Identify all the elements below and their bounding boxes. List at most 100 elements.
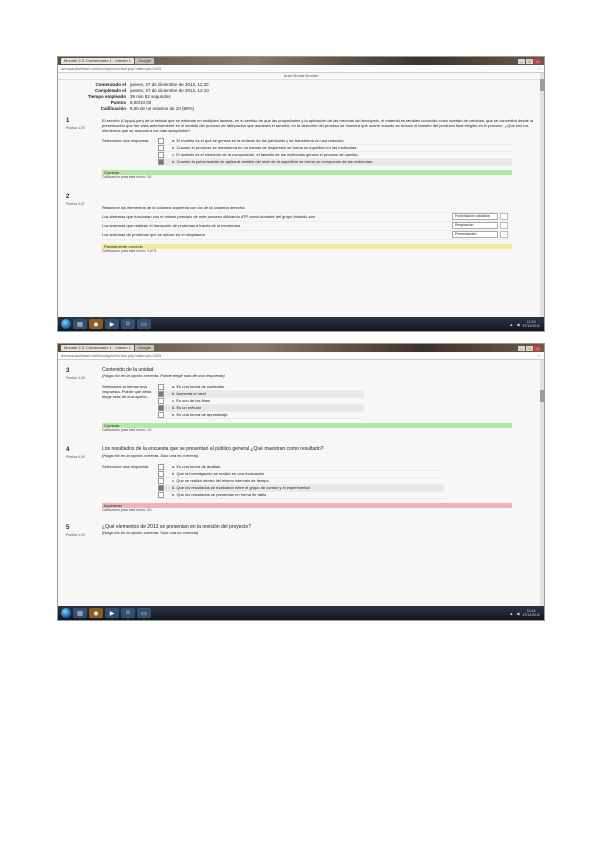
answer-option[interactable]: c. Es uno de los fines [158,398,364,406]
document-icon[interactable]: ▭ [137,319,151,329]
question-number: 5 [66,524,70,531]
maximize-button[interactable]: □ [526,58,533,64]
option-label: d. Es un método [172,405,202,411]
question-5: 5 Puntúa 1,00 ¿Qué elementos de 2013 se … [58,524,544,537]
address-url: demoaulavirtual.mdl/mod/quiz/review.php?… [61,353,162,358]
chrome-icon[interactable]: ◉ [89,608,103,618]
chrome-icon[interactable]: ◉ [89,319,103,329]
address-url: demoaulavirtual.mdl/mod/quiz/review.php?… [61,66,162,71]
option-label: d. Cuando la pulverización se aplica al … [172,158,373,164]
answer-option[interactable]: c. El acetato es el elemento de la compo… [158,151,512,159]
question-number: 3 [66,368,70,374]
question-points: Puntúa 1,00 [66,532,85,537]
answer-option[interactable]: a. El modelo es el que se genera en la s… [158,137,512,145]
taskbar: ▤ ◉ ▶ ☺ ▭ ▲ ◀ 12:14 27/12/2012 [58,606,544,620]
start-button-icon[interactable] [61,319,71,329]
option-label: a. Es una forma de análisis [172,463,221,469]
start-button-icon[interactable] [61,608,71,618]
radio-button[interactable] [158,144,164,151]
answer-option[interactable]: e. Que los resultados se presentan en fo… [158,491,444,499]
question-number: 1 [66,118,70,124]
answer-option[interactable]: e. Es una forma de aprendizaje [158,412,364,420]
radio-button[interactable] [158,137,164,144]
match-row: Relacione los elementos de la columna iz… [102,204,508,213]
system-tray: ▲ ◀ 12:14 27/12/2012 [509,609,540,617]
answer-option[interactable]: a. Es una forma de análisis [158,463,444,471]
radio-button[interactable] [158,477,164,484]
page-content: 3 Puntúa 1,00 Contenido de la unidad (Ha… [58,360,544,606]
media-player-icon[interactable]: ▶ [105,608,119,618]
match-select[interactable]: Fermentación [452,231,498,239]
match-intro: Relacione los elementos de la columna iz… [102,205,246,211]
messenger-icon[interactable]: ☺ [121,608,135,618]
scrollbar[interactable] [540,73,544,317]
answer-option[interactable]: c. Que se realizó dentro del mismo inter… [158,477,444,485]
answer-option-selected[interactable]: b. Aumenta el nivel [158,391,364,399]
browser-tab-active[interactable]: Moodle 2.3: Cuestionario 1 - Intento 1 [61,345,134,351]
check-icon [500,222,508,230]
answer-option-selected[interactable]: d. Es un método [158,405,364,413]
radio-button[interactable] [158,470,164,477]
browser-tab-active[interactable]: Moodle 2.3: Cuestionario 1 - Intento 1 [61,58,134,64]
answer-block: Seleccione al menos una respuesta. Puede… [102,384,364,420]
answer-option[interactable]: a. Es una forma de contenido [158,384,364,392]
checkbox[interactable] [158,398,164,405]
browser-tab[interactable]: Google [134,345,154,351]
checkbox[interactable] [158,384,164,391]
answer-option[interactable]: b. Que la investigación se realizó en un… [158,470,444,478]
close-button[interactable]: × [534,58,541,64]
attempt-summary: Comenzado el jueves, 27 de diciembre de 2… [66,82,544,112]
checkbox[interactable] [158,412,164,419]
scrollbar-thumb[interactable] [540,79,544,91]
answer-option-selected[interactable]: d. Cuando la pulverización se aplica al … [158,158,512,166]
match-select[interactable]: Fosforilación oxidativa [452,213,498,221]
address-bar[interactable]: demoaulavirtual.mdl/mod/quiz/review.php?… [58,352,544,360]
browser-tab[interactable]: Google [134,58,154,64]
network-icon[interactable]: ▲ [509,611,513,616]
network-icon[interactable]: ▲ [509,322,513,327]
match-stem: Los sistemas que funcionan con el mismo … [102,214,316,220]
scrollbar[interactable] [540,360,544,606]
grade-note: Calificación para este envío: 0,67/1. [102,248,158,253]
maximize-button[interactable]: □ [526,345,533,351]
answer-option[interactable]: b. Cuando el producto se transforma en u… [158,144,512,152]
document-icon[interactable]: ▭ [137,608,151,618]
page-content: Aula Virtual Moodle Comenzado el jueves, … [58,73,544,317]
question-number: 2 [66,193,70,200]
close-button[interactable]: × [534,345,541,351]
radio-button[interactable] [158,463,164,470]
question-subtitle: (Haga clic en la opción correcta. Solo u… [102,452,199,458]
browser-window-1: Moodle 2.3: Cuestionario 1 - Intento 1 G… [57,56,545,332]
option-label: a. El modelo es el que se genera en la s… [172,137,345,143]
summary-value: 8,00 de un máximo de 10 (80%) [130,106,195,111]
volume-icon[interactable]: ◀ [516,611,519,616]
clock-date: 27/12/2012 [522,613,540,617]
volume-icon[interactable]: ◀ [516,322,519,327]
checkbox-checked[interactable] [158,405,164,412]
address-bar[interactable]: demoaulavirtual.mdl/mod/quiz/review.php?… [58,65,544,73]
checkbox-checked[interactable] [158,391,164,398]
bookmark-star-icon[interactable]: ☆ [537,66,541,71]
answer-options: a. Es una forma de análisis b. Que la in… [158,463,444,499]
explorer-icon[interactable]: ▤ [73,608,87,618]
option-label: d. Que los resultados se evaluaron entre… [172,484,310,490]
messenger-icon[interactable]: ☺ [121,319,135,329]
minimize-button[interactable]: – [518,345,525,351]
match-select[interactable]: Respiración [452,222,498,230]
bookmark-star-icon[interactable]: ☆ [537,353,541,358]
answer-option-selected[interactable]: d. Que los resultados se evaluaron entre… [158,484,444,492]
minimize-button[interactable]: – [518,58,525,64]
radio-button-checked[interactable] [158,158,164,165]
media-player-icon[interactable]: ▶ [105,319,119,329]
radio-button[interactable] [158,491,164,498]
option-label: b. Que la investigación se realizó en un… [172,470,265,476]
scrollbar-thumb[interactable] [540,390,544,402]
explorer-icon[interactable]: ▤ [73,319,87,329]
clock[interactable]: 12:10 27/12/2012 [522,320,540,328]
taskbar: ▤ ◉ ▶ ☺ ▭ ▲ ◀ 12:10 27/12/2012 [58,317,544,331]
question-subtitle: (Haga clic en la opción correcta. Solo u… [102,530,199,536]
radio-button[interactable] [158,151,164,158]
answer-instruction: Seleccione al menos una respuesta. Puede… [102,384,152,400]
clock[interactable]: 12:14 27/12/2012 [522,609,540,617]
radio-button-checked[interactable] [158,484,164,491]
